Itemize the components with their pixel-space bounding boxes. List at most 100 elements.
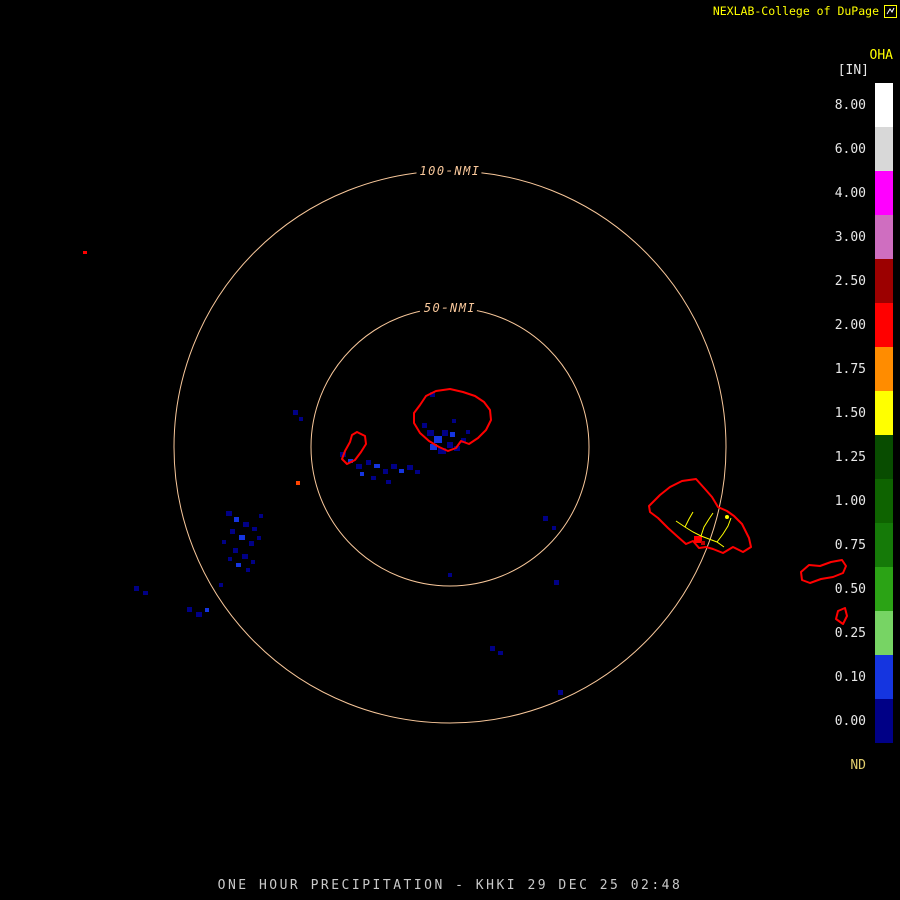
precip-cell	[452, 419, 456, 423]
legend-color-swatch	[875, 655, 893, 699]
radar-canvas: 100 NMI 50 NMI	[83, 160, 848, 724]
range-ring-label: 100 NMI	[419, 164, 480, 178]
precip-cell	[222, 540, 226, 544]
legend-level-row: 0.00	[835, 699, 893, 743]
precip-cell	[259, 514, 263, 518]
legend-tick-label: 2.50	[834, 273, 866, 289]
range-ring-label: 50 NMI	[424, 301, 476, 315]
precip-cell	[447, 442, 453, 448]
legend-level-row: 3.00	[835, 215, 893, 259]
precip-cell	[239, 535, 245, 540]
legend-tick-label: 0.75	[834, 537, 866, 553]
precip-cell	[230, 529, 235, 534]
legend-level-row: ND	[835, 743, 893, 787]
precip-cell	[299, 417, 303, 421]
road-line	[684, 511, 694, 528]
road-line	[700, 512, 714, 537]
legend-tick-label: 0.50	[834, 581, 866, 597]
legend-color-swatch	[875, 259, 893, 303]
precip-cell	[558, 690, 563, 695]
legend-tick-label: 0.00	[834, 713, 866, 729]
legend-tick-label: 1.50	[834, 405, 866, 421]
precip-cell	[448, 573, 452, 577]
legend-tick-label: 8.00	[834, 97, 866, 113]
legend-color-swatch	[875, 435, 893, 479]
precip-cell	[243, 522, 249, 527]
precip-cell	[442, 430, 448, 436]
legend-units: [IN]	[837, 63, 869, 78]
legend-color-swatch	[875, 171, 893, 215]
precip-cell	[249, 541, 254, 546]
precip-cell	[383, 469, 388, 474]
precip-cell	[466, 430, 470, 434]
legend-header: OHA [IN]	[835, 48, 893, 78]
precip-cell	[205, 608, 209, 612]
legend-color-swatch	[875, 523, 893, 567]
legend-level-row: 6.00	[835, 127, 893, 171]
legend-color-swatch	[875, 391, 893, 435]
radar-screen: 100 NMI 50 NMI NEXLAB-College of DuPage O…	[0, 0, 900, 900]
precip-cell	[554, 580, 559, 585]
precip-cell	[434, 436, 442, 443]
legend: OHA [IN] 8.00 6.00 4.00 3.00 2.50 2.00 1.75 1.5…	[835, 48, 893, 787]
legend-level-row: 0.75	[835, 523, 893, 567]
legend-tick-label: ND	[850, 757, 866, 773]
precip-cell	[257, 536, 261, 540]
precip-cell	[246, 568, 250, 572]
road-line	[716, 517, 732, 543]
precip-cell	[374, 464, 380, 468]
island-outline-niihau	[341, 431, 367, 465]
legend-color-swatch	[875, 347, 893, 391]
precip-cell	[407, 465, 413, 470]
precip-cell	[391, 464, 397, 469]
legend-color-swatch	[875, 303, 893, 347]
legend-tick-label: 0.10	[834, 669, 866, 685]
precip-cell	[701, 541, 705, 545]
product-caption: ONE HOUR PRECIPITATION - KHKI 29 DEC 25 …	[217, 878, 683, 893]
precip-cell	[427, 430, 434, 436]
legend-scale: 8.00 6.00 4.00 3.00 2.50 2.00 1.75 1.50 1.25 1.00…	[835, 83, 893, 787]
precip-cell	[422, 423, 427, 428]
precip-cell	[196, 612, 202, 617]
legend-level-row: 8.00	[835, 83, 893, 127]
precip-cell	[219, 583, 223, 587]
precip-cell	[450, 432, 455, 437]
legend-color-swatch	[875, 611, 893, 655]
road-line	[675, 520, 725, 548]
brand-icon	[884, 4, 897, 18]
precip-cell	[134, 586, 139, 591]
precip-cell	[242, 554, 248, 559]
legend-tick-label: 0.25	[834, 625, 866, 641]
legend-level-row: 4.00	[835, 171, 893, 215]
precip-cell	[543, 516, 548, 521]
precip-cell	[366, 460, 371, 465]
precip-cell	[143, 591, 148, 595]
road-dot	[725, 515, 729, 519]
brand: NEXLAB-College of DuPage	[713, 4, 897, 18]
precip-cell	[226, 511, 232, 516]
legend-level-row: 2.50	[835, 259, 893, 303]
precip-cell	[233, 548, 238, 553]
legend-tick-label: 4.00	[834, 185, 866, 201]
precip-cell	[356, 464, 362, 469]
brand-text: NEXLAB-College of DuPage	[712, 4, 879, 18]
legend-tick-label: 1.75	[834, 361, 866, 377]
legend-level-row: 0.50	[835, 567, 893, 611]
legend-level-row: 1.50	[835, 391, 893, 435]
legend-level-row: 1.25	[835, 435, 893, 479]
legend-level-row: 1.75	[835, 347, 893, 391]
legend-color-swatch	[875, 699, 893, 743]
legend-color-swatch	[875, 127, 893, 171]
precip-cell	[415, 470, 420, 474]
legend-tick-label: 2.00	[834, 317, 866, 333]
legend-tick-label: 1.00	[834, 493, 866, 509]
precip-cell	[498, 651, 503, 655]
legend-color-swatch	[875, 567, 893, 611]
legend-tick-label: 6.00	[834, 141, 866, 157]
precip-cell	[187, 607, 192, 612]
legend-tick-label: 3.00	[834, 229, 866, 245]
precip-cell	[252, 527, 257, 531]
legend-level-row: 0.10	[835, 655, 893, 699]
legend-color-swatch	[875, 479, 893, 523]
precip-cell	[234, 517, 239, 522]
